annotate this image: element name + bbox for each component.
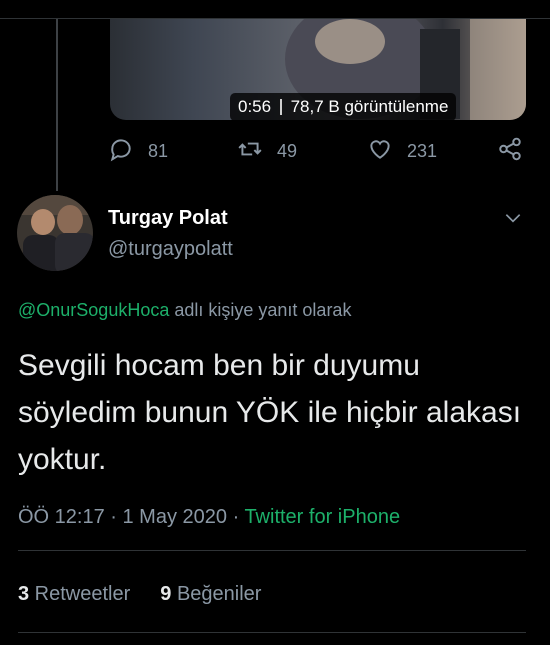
- avatar-person-left: [31, 209, 55, 235]
- author-name[interactable]: Turgay Polat: [108, 207, 228, 230]
- avatar-body-right: [55, 233, 93, 271]
- reply-button[interactable]: 81: [108, 136, 168, 167]
- video-duration: 0:56: [238, 97, 272, 116]
- likes-stat-label: Beğeniler: [171, 583, 262, 605]
- badge-separator: [280, 99, 282, 115]
- avatar-background: [17, 195, 93, 215]
- video-views: 78,7 B görüntülenme: [290, 97, 449, 116]
- like-button[interactable]: 231: [367, 136, 437, 167]
- share-button[interactable]: [497, 136, 523, 167]
- video-thumbnail[interactable]: 0:56 78,7 B görüntülenme: [110, 19, 526, 120]
- retweets-stat[interactable]: 3 Retweetler: [18, 583, 130, 605]
- avatar-body-left: [23, 235, 59, 271]
- reply-context: @OnurSogukHoca adlı kişiye yanıt olarak: [18, 300, 351, 321]
- likes-stat[interactable]: 9 Beğeniler: [160, 583, 261, 605]
- retweet-icon: [237, 136, 263, 167]
- retweets-stat-count: 3: [18, 583, 30, 605]
- retweets-stat-label: Retweetler: [29, 583, 131, 605]
- video-figure-head: [315, 19, 385, 64]
- reply-icon: [108, 136, 134, 167]
- tweet-source[interactable]: Twitter for iPhone: [244, 506, 400, 528]
- reply-count: 81: [148, 141, 169, 161]
- tweet-stats: 3 Retweetler 9 Beğeniler: [18, 583, 261, 606]
- tweet-date[interactable]: 1 May 2020: [123, 506, 228, 528]
- meta-separator: ·: [104, 506, 123, 528]
- video-background-wall: [470, 19, 526, 120]
- meta-separator: ·: [227, 506, 245, 528]
- reply-mention-link[interactable]: @OnurSogukHoca: [18, 300, 169, 320]
- stats-divider-bottom: [18, 632, 526, 633]
- reply-context-label: adlı kişiye yanıt olarak: [169, 300, 352, 320]
- retweet-count: 49: [277, 141, 298, 161]
- avatar[interactable]: [17, 195, 93, 271]
- more-options-button[interactable]: [503, 208, 523, 228]
- chevron-down-icon: [503, 214, 523, 232]
- tweet-text: Sevgili hocam ben bir duyumu söyledim bu…: [18, 349, 522, 476]
- stats-divider-top: [18, 550, 526, 551]
- avatar-person-right: [57, 205, 83, 235]
- author-handle[interactable]: @turgaypolatt: [108, 238, 233, 261]
- tweet-meta: ÖÖ 12:17 · 1 May 2020 · Twitter for iPho…: [18, 506, 400, 529]
- share-icon: [497, 136, 523, 167]
- tweet-actions-bar: 81 49 231: [0, 136, 550, 166]
- tweet-time[interactable]: ÖÖ 12:17: [18, 506, 105, 528]
- video-info-badge: 0:56 78,7 B görüntülenme: [230, 93, 457, 120]
- like-count: 231: [407, 141, 438, 161]
- heart-icon: [367, 136, 393, 167]
- retweet-button[interactable]: 49: [237, 136, 297, 167]
- likes-stat-count: 9: [160, 583, 172, 605]
